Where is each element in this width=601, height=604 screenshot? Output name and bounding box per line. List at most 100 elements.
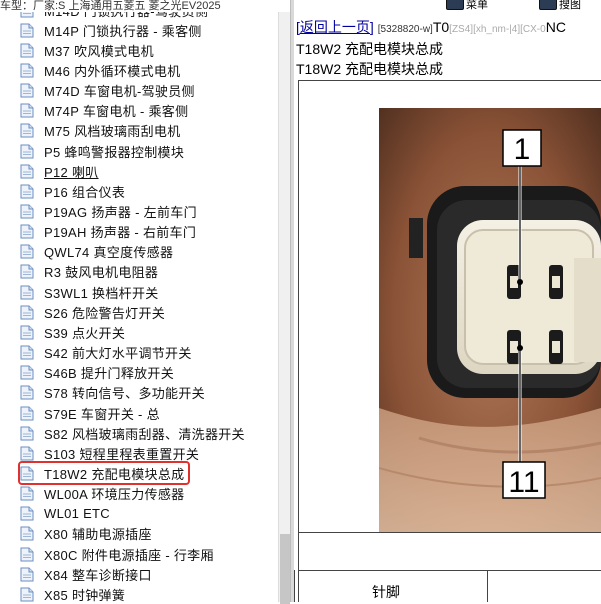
document-icon bbox=[20, 12, 34, 18]
document-icon bbox=[20, 103, 34, 118]
tree-item-label: P19AH 扬声器 - 右前车门 bbox=[44, 225, 197, 241]
detail-panel: 菜单 搜图 [返回上一页] [5328820-w]T0[ZS4][xh_nm-|4… bbox=[294, 0, 601, 602]
tree-item-label: P16 组合仪表 bbox=[44, 184, 126, 200]
vehicle-breadcrumb: 车型：厂家:S 上海通用五菱五 菱之光EV2025 bbox=[0, 0, 221, 12]
tree-item-label: WL01 ETC bbox=[44, 506, 110, 522]
tree-item[interactable]: S3WL1 换档杆开关 bbox=[20, 282, 159, 302]
tree-item[interactable]: S42 前大灯水平调节开关 bbox=[20, 343, 192, 363]
tree-item-label: M14D 门锁执行器-驾驶员侧 bbox=[44, 12, 208, 20]
document-icon bbox=[20, 385, 34, 400]
tree-item[interactable]: S78 转向信号、多功能开关 bbox=[20, 383, 205, 403]
table-column-divider bbox=[487, 570, 488, 602]
tree-item-label: P19AG 扬声器 - 左前车门 bbox=[44, 205, 197, 220]
tree-item[interactable]: T18W2 充配电模块总成 bbox=[17, 461, 191, 486]
document-icon bbox=[20, 164, 34, 179]
document-icon bbox=[20, 144, 34, 159]
tree-item[interactable]: M14P 门锁执行器 - 乘客侧 bbox=[20, 20, 202, 40]
document-icon bbox=[20, 184, 34, 199]
tree-item[interactable]: S46B 提升门释放开关 bbox=[20, 363, 174, 383]
tree-item-label: S103 短程里程表重置开关 bbox=[44, 446, 200, 462]
tree-item-label: S78 转向信号、多功能开关 bbox=[44, 386, 205, 402]
document-icon bbox=[20, 587, 34, 602]
table-left-border bbox=[294, 570, 295, 602]
document-icon bbox=[20, 264, 34, 279]
tree-item-label: S46B 提升门释放开关 bbox=[44, 366, 175, 382]
tree-item-label: P5 蜂鸣警报器控制模块 bbox=[44, 144, 185, 160]
tree-item[interactable]: X84 整车诊断接口 bbox=[20, 564, 152, 584]
tree-item[interactable]: M37 吹风模式电机 bbox=[20, 40, 154, 60]
document-icon bbox=[20, 305, 34, 320]
search-image-label: 搜图 bbox=[559, 0, 581, 11]
scrollbar-thumb[interactable] bbox=[280, 534, 290, 604]
tree-item[interactable]: S103 短程里程表重置开关 bbox=[20, 443, 199, 463]
menu-icon bbox=[446, 0, 464, 10]
tree-item-label: M74D 车窗电机-驾驶员侧 bbox=[44, 84, 195, 100]
pin-column-header: 针脚 bbox=[372, 584, 400, 600]
doc-suffix: T0 bbox=[432, 19, 450, 35]
document-icon bbox=[20, 83, 34, 98]
tree-item[interactable]: S26 危险警告灯开关 bbox=[20, 302, 165, 322]
document-icon bbox=[20, 285, 34, 300]
document-icon bbox=[20, 123, 34, 138]
tree-item[interactable]: P12 喇叭 bbox=[20, 161, 99, 181]
tree-item[interactable]: M46 内外循环模式电机 bbox=[20, 60, 181, 80]
document-icon bbox=[20, 506, 34, 521]
component-title: T18W2 充配电模块总成 bbox=[296, 41, 444, 57]
tree-item-label: R3 鼓风电机电阻器 bbox=[44, 265, 159, 281]
tree-item-label: S79E 车窗开关 - 总 bbox=[44, 406, 160, 422]
tree-item[interactable]: X80C 附件电源插座 - 行李厢 bbox=[20, 544, 214, 564]
component-subtitle: T18W2 充配电模块总成 bbox=[296, 61, 444, 77]
doc-suffix-2: NC bbox=[545, 19, 566, 35]
tree-item[interactable]: M75 风档玻璃雨刮电机 bbox=[20, 121, 181, 141]
image-search-icon bbox=[539, 0, 557, 10]
back-link[interactable]: [返回上一页] bbox=[296, 19, 374, 35]
tree-item[interactable]: P19AG 扬声器 - 左前车门 bbox=[20, 202, 197, 222]
detail-header-line: [返回上一页] [5328820-w]T0[ZS4][xh_nm-|4][CX-0… bbox=[296, 17, 566, 37]
tree-item-label: S26 危险警告灯开关 bbox=[44, 305, 166, 321]
tree-item[interactable]: P5 蜂鸣警报器控制模块 bbox=[20, 141, 184, 161]
tree-item[interactable]: S82 风档玻璃雨刮器、清洗器开关 bbox=[20, 423, 245, 443]
tree-item-label: M46 内外循环模式电机 bbox=[44, 63, 181, 79]
tree-item-label: X84 整车诊断接口 bbox=[44, 567, 152, 583]
tree-item[interactable]: S39 点火开关 bbox=[20, 322, 125, 342]
tree-item-label: QWL74 真空度传感器 bbox=[44, 245, 174, 261]
document-icon bbox=[20, 43, 34, 58]
document-icon bbox=[20, 224, 34, 239]
tree-item[interactable]: WL01 ETC bbox=[20, 504, 110, 524]
tree-item[interactable]: X80 辅助电源插座 bbox=[20, 524, 152, 544]
component-tree: M14D 门锁执行器-驾驶员侧 M14P 门锁执行器 - 乘客侧 M37 吹风模式电… bbox=[0, 12, 278, 602]
tree-item[interactable]: M74P 车窗电机 - 乘客侧 bbox=[20, 101, 188, 121]
document-icon bbox=[20, 345, 34, 360]
search-image-button[interactable]: 搜图 bbox=[539, 0, 581, 12]
tree-item[interactable]: M14D 门锁执行器-驾驶员侧 bbox=[20, 12, 208, 20]
tree-item[interactable]: QWL74 真空度传感器 bbox=[20, 242, 173, 262]
tree-item-label: M14P 门锁执行器 - 乘客侧 bbox=[44, 23, 202, 39]
document-icon bbox=[20, 567, 34, 582]
tree-item[interactable]: X85 时钟弹簧 bbox=[20, 584, 125, 602]
tree-item-label: T18W2 充配电模块总成 bbox=[44, 463, 185, 483]
document-icon bbox=[20, 446, 34, 461]
tree-item-label: M75 风档玻璃雨刮电机 bbox=[44, 124, 181, 140]
tree-item[interactable]: M74D 车窗电机-驾驶员侧 bbox=[20, 81, 195, 101]
tree-item[interactable]: WL00A 环境压力传感器 bbox=[20, 484, 184, 504]
document-icon bbox=[20, 63, 34, 78]
callout-label-11: 11 bbox=[508, 466, 539, 499]
tree-item[interactable]: R3 鼓风电机电阻器 bbox=[20, 262, 158, 282]
tree-item-label: X80C 附件电源插座 - 行李厢 bbox=[44, 547, 214, 563]
tree-item-label: X80 辅助电源插座 bbox=[44, 527, 152, 543]
tree-item-label: M74P 车窗电机 - 乘客侧 bbox=[44, 104, 189, 120]
tree-item-label: WL00A 环境压力传感器 bbox=[44, 487, 185, 503]
menu-button[interactable]: 菜单 bbox=[446, 0, 488, 12]
document-icon bbox=[20, 244, 34, 259]
tree-item-label: S3WL1 换档杆开关 bbox=[44, 285, 159, 301]
menu-button-label: 菜单 bbox=[466, 0, 488, 11]
detail-toolbar: 菜单 搜图 bbox=[294, 0, 601, 12]
tree-item[interactable]: P16 组合仪表 bbox=[20, 181, 125, 201]
document-icon bbox=[20, 365, 34, 380]
table-header-rule bbox=[299, 570, 601, 571]
document-icon bbox=[20, 547, 34, 562]
tree-item-label: S39 点火开关 bbox=[44, 325, 126, 341]
document-icon bbox=[20, 466, 34, 481]
tree-item[interactable]: P19AH 扬声器 - 右前车门 bbox=[20, 222, 196, 242]
tree-item[interactable]: S79E 车窗开关 - 总 bbox=[20, 403, 160, 423]
